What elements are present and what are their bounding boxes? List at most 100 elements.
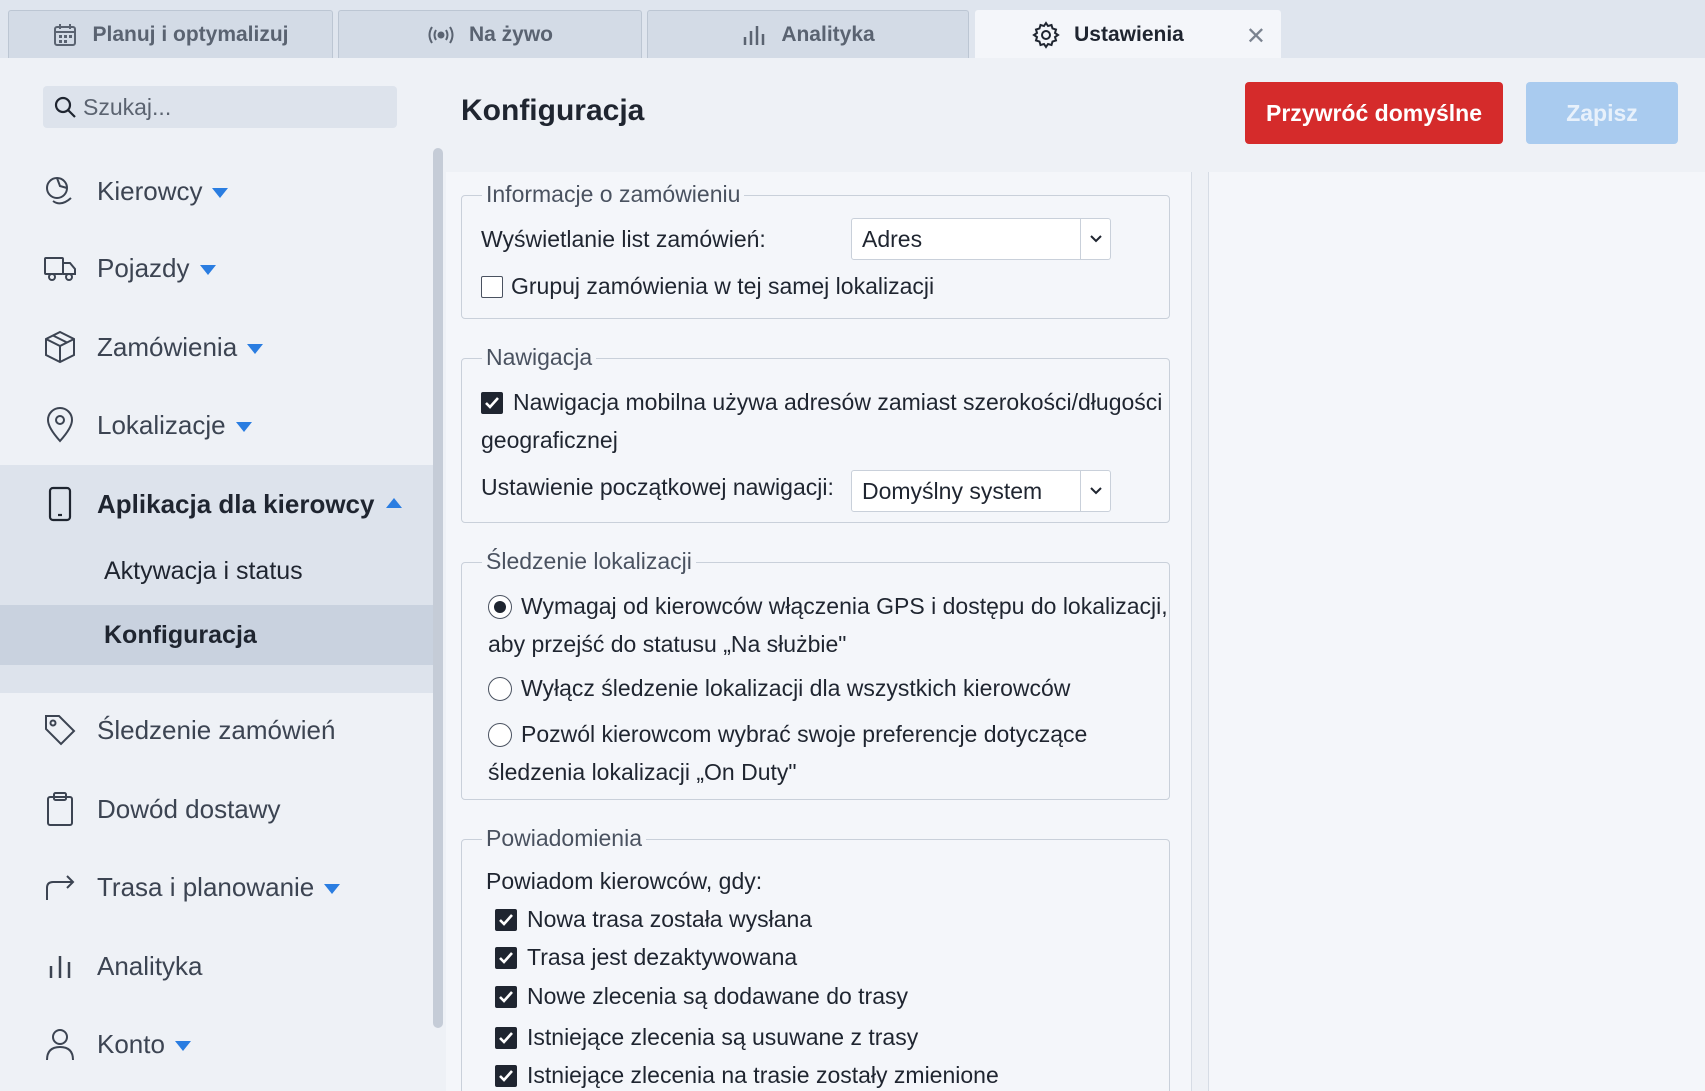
mobile-navigation-option[interactable]: Nawigacja mobilna używa adresów zamiast …: [481, 389, 1162, 416]
tracking-option-driver-choice[interactable]: Pozwól kierowcom wybrać swoje preferencj…: [488, 721, 1087, 748]
caret-up-icon: [386, 498, 403, 508]
map-pin-icon: [43, 407, 77, 443]
sidebar-item-route-planning[interactable]: Trasa i planowanie: [0, 854, 434, 920]
sidebar-item-label: Trasa i planowanie: [97, 871, 315, 902]
sidebar-item-proof-of-delivery[interactable]: Dowód dostawy: [0, 776, 434, 842]
checkbox[interactable]: [495, 985, 517, 1008]
caret-down-icon: [212, 187, 229, 198]
search-icon: [53, 95, 77, 119]
phone-icon: [43, 486, 77, 522]
group-legend: Nawigacja: [482, 344, 597, 371]
sidebar-item-locations[interactable]: Lokalizacje: [0, 392, 434, 458]
clipboard-icon: [43, 792, 77, 826]
sidebar-item-label: Kierowcy: [97, 175, 203, 206]
checkbox[interactable]: [495, 1064, 517, 1087]
tracking-option-require-gps-cont: aby przejść do statusu „Na służbie": [488, 631, 847, 657]
tab-label: Na żywo: [468, 22, 554, 46]
sidebar-item-drivers[interactable]: Kierowcy: [0, 158, 434, 224]
initial-navigation-label: Ustawienie początkowej nawigacji:: [481, 474, 834, 500]
sidebar-item-label: Śledzenie zamówień: [97, 714, 336, 745]
sidebar-item-label: Pojazdy: [97, 252, 190, 283]
notifications-group: Powiadomienia Powiadom kierowców, gdy: N…: [461, 825, 1170, 1091]
gear-icon: [1032, 20, 1060, 49]
close-icon[interactable]: ✕: [1246, 22, 1266, 51]
group-legend: Śledzenie lokalizacji: [482, 548, 696, 575]
sidebar-subitem-label: Aktywacja i status: [104, 556, 303, 585]
search-input[interactable]: [83, 93, 383, 121]
notify-orders-removed[interactable]: Istniejące zlecenia są usuwane z trasy: [495, 1024, 918, 1051]
tab-plan-optimize[interactable]: Planuj i optymalizuj: [8, 10, 333, 58]
caret-down-icon: [235, 421, 252, 432]
notify-route-deactivated[interactable]: Trasa jest dezaktywowana: [495, 944, 797, 971]
tab-settings[interactable]: Ustawienia ✕: [975, 10, 1281, 58]
bar-chart-icon: [43, 949, 77, 983]
radio-disable-tracking[interactable]: [488, 676, 512, 701]
reset-defaults-button[interactable]: Przywróć domyślne: [1245, 82, 1503, 144]
tab-label: Ustawienia: [1074, 22, 1184, 46]
sidebar-subitem-configuration[interactable]: Konfiguracja: [0, 605, 434, 665]
sidebar-item-orders[interactable]: Zamówienia: [0, 314, 434, 380]
initial-navigation-select[interactable]: Domyślny system: [851, 470, 1111, 512]
sidebar-item-label: Analityka: [97, 950, 203, 981]
caret-down-icon: [324, 883, 341, 894]
page-title: Konfiguracja: [461, 94, 645, 127]
caret-down-icon: [199, 264, 216, 275]
sidebar-item-label: Lokalizacje: [97, 409, 226, 440]
tab-analytics[interactable]: Analityka: [647, 10, 969, 58]
tag-icon: [43, 713, 77, 747]
bar-chart-icon: [741, 23, 767, 47]
group-legend: Informacje o zamówieniu: [482, 181, 745, 208]
sidebar-subitem-activation-status[interactable]: Aktywacja i status: [0, 541, 434, 601]
right-panel: [1208, 172, 1705, 1091]
truck-icon: [43, 251, 77, 285]
tab-bar: Planuj i optymalizuj Na żywo Analityka U…: [0, 0, 1705, 58]
tracking-option-driver-choice-cont: śledzenia lokalizacji „On Duty": [488, 759, 797, 785]
checkbox[interactable]: [495, 946, 517, 969]
route-arrow-icon: [43, 870, 77, 904]
caret-down-icon: [247, 343, 264, 354]
sidebar-subitem-label: Konfiguracja: [104, 620, 257, 649]
user-icon: [43, 1027, 77, 1061]
sidebar-item-driver-app[interactable]: Aplikacja dla kierowcy: [0, 471, 434, 537]
group-orders-checkbox[interactable]: [481, 275, 503, 298]
chevron-down-icon: [1080, 219, 1110, 259]
sidebar-item-account[interactable]: Konto: [0, 1011, 434, 1077]
sidebar-item-label: Konto: [97, 1028, 165, 1059]
checkbox[interactable]: [495, 908, 517, 931]
sidebar-item-label: Aplikacja dla kierowcy: [97, 488, 375, 519]
search-box[interactable]: [43, 86, 397, 128]
tracking-option-require-gps[interactable]: Wymagaj od kierowców włączenia GPS i dos…: [488, 593, 1168, 620]
save-button[interactable]: Zapisz: [1526, 82, 1678, 144]
group-orders-option[interactable]: Grupuj zamówienia w tej samej lokalizacj…: [481, 273, 934, 300]
location-tracking-group: Śledzenie lokalizacji Wymagaj od kierowc…: [461, 548, 1170, 800]
radio-driver-choice[interactable]: [488, 722, 512, 747]
sidebar-item-label: Dowód dostawy: [97, 793, 281, 824]
broadcast-icon: [427, 24, 455, 46]
caret-down-icon: [174, 1040, 191, 1051]
notify-orders-added[interactable]: Nowe zlecenia są dodawane do trasy: [495, 983, 908, 1010]
order-list-display-label: Wyświetlanie list zamówień:: [481, 226, 766, 252]
notify-new-route[interactable]: Nowa trasa została wysłana: [495, 906, 812, 933]
sidebar-item-vehicles[interactable]: Pojazdy: [0, 235, 434, 301]
navigation-group: Nawigacja Nawigacja mobilna używa adresó…: [461, 344, 1170, 523]
order-list-display-select[interactable]: Adres: [851, 218, 1111, 260]
sidebar: Kierowcy Pojazdy Zamówienia Lokalizacje …: [0, 58, 443, 1091]
radio-require-gps[interactable]: [488, 594, 512, 619]
tracking-option-disable[interactable]: Wyłącz śledzenie lokalizacji dla wszystk…: [488, 675, 1070, 702]
group-legend: Powiadomienia: [482, 825, 646, 852]
mobile-navigation-checkbox[interactable]: [481, 391, 503, 414]
notify-orders-changed[interactable]: Istniejące zlecenia na trasie zostały zm…: [495, 1062, 999, 1089]
sidebar-item-analytics[interactable]: Analityka: [0, 933, 434, 999]
mobile-navigation-label-cont: geograficznej: [481, 427, 618, 453]
calendar-icon: [52, 22, 78, 48]
order-info-group: Informacje o zamówieniu Wyświetlanie lis…: [461, 181, 1170, 319]
drivers-icon: [43, 174, 77, 208]
checkbox[interactable]: [495, 1026, 517, 1049]
notifications-intro: Powiadom kierowców, gdy:: [486, 868, 763, 894]
sidebar-scrollbar[interactable]: [433, 148, 443, 1028]
chevron-down-icon: [1080, 471, 1110, 511]
tab-label: Analityka: [781, 22, 875, 46]
package-icon: [43, 330, 77, 364]
sidebar-item-order-tracking[interactable]: Śledzenie zamówień: [0, 697, 434, 763]
tab-live[interactable]: Na żywo: [338, 10, 642, 58]
